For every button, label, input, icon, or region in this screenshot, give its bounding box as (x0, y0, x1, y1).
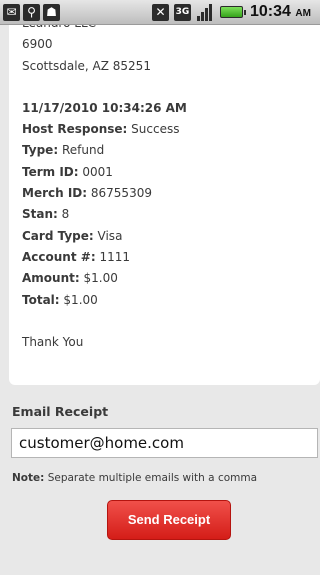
company-name: Leandro LLC (22, 25, 320, 34)
field-value: $1.00 (63, 292, 98, 307)
field-label: Host Response: (22, 122, 128, 137)
field-account: Account #: 1111 (22, 247, 320, 268)
note-text: Separate multiple emails with a comma (47, 472, 258, 484)
usb-icon: ⚲ (23, 4, 40, 21)
clock-ampm: AM (295, 8, 311, 19)
field-value: Refund (61, 143, 105, 158)
field-label: Card Type: (22, 228, 94, 243)
email-input[interactable] (11, 428, 318, 458)
receipt-datetime: 11/17/2010 10:34:26 AM (22, 100, 187, 115)
address-line-2: Scottsdale, AZ 85251 (22, 58, 151, 73)
send-receipt-button[interactable]: Send Receipt (107, 500, 231, 540)
field-host-response: Host Response: Success (22, 119, 320, 140)
android-icon: ☗ (43, 4, 60, 21)
field-label: Merch ID: (22, 186, 88, 201)
battery-icon (220, 6, 246, 18)
field-merch-id: Merch ID: 86755309 (22, 183, 320, 204)
status-bar: ✉ ⚲ ☗ ✕ 3G 10:34 AM (0, 0, 320, 25)
field-term-id: Term ID: 0001 (22, 162, 320, 183)
field-type: Type: Refund (22, 140, 320, 161)
field-value: Success (131, 122, 180, 137)
field-label: Type: (22, 143, 59, 158)
field-value: 8 (61, 207, 70, 222)
clock: 10:34 AM (250, 3, 311, 21)
field-label: Stan: (22, 207, 58, 222)
receipt-footer: Thank You (22, 334, 84, 349)
field-stan: Stan: 8 (22, 204, 320, 225)
mail-icon: ✉ (3, 4, 20, 21)
3g-icon: 3G (174, 4, 191, 21)
field-label: Amount: (22, 271, 80, 286)
field-value: 0001 (82, 164, 113, 179)
email-section-title: Email Receipt (12, 404, 109, 419)
field-value: 86755309 (90, 186, 152, 201)
address-line-1: 6900 (22, 37, 53, 52)
receipt-card: Leandro LLC 6900 Scottsdale, AZ 85251 11… (9, 25, 320, 385)
field-value: Visa (97, 228, 123, 243)
field-amount: Amount: $1.00 (22, 268, 320, 289)
note-label: Note: (12, 472, 45, 484)
field-value: $1.00 (83, 271, 118, 286)
field-label: Account #: (22, 249, 96, 264)
field-card-type: Card Type: Visa (22, 226, 320, 247)
field-value: 1111 (99, 249, 130, 264)
field-label: Term ID: (22, 164, 79, 179)
mute-icon: ✕ (152, 4, 169, 21)
field-total: Total: $1.00 (22, 290, 320, 311)
clock-time: 10:34 (250, 3, 291, 20)
signal-icon (196, 4, 213, 21)
email-note: Note: Separate multiple emails with a co… (12, 472, 257, 484)
field-label: Total: (22, 292, 60, 307)
